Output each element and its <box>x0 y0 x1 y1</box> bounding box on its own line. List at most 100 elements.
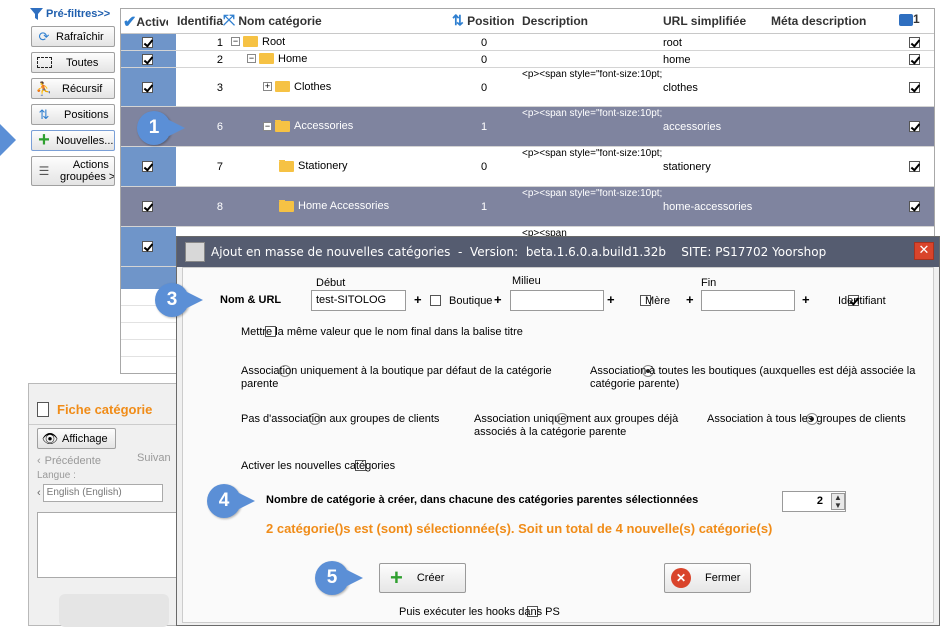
name-cell[interactable]: Stationery <box>279 160 348 172</box>
header-description-label: Description <box>522 14 589 28</box>
shop-checkbox[interactable] <box>909 81 920 93</box>
prefilters-link[interactable]: Pré-filtres>> <box>30 6 110 22</box>
name-cell[interactable]: − Home <box>247 52 307 65</box>
previous-button[interactable]: ‹ Précédente <box>37 452 127 469</box>
shop-checkbox[interactable] <box>909 53 920 65</box>
dialog-body: Début Milieu Fin Nom & URL test-SITOLOG … <box>182 267 934 623</box>
header-shops[interactable]: 1 <box>899 12 920 26</box>
previous-label: Précédente <box>44 454 101 467</box>
close-icon: ✕ <box>918 243 930 258</box>
table-row[interactable]: 8 Home Accessories 1 <p><span style="font-s… <box>121 187 934 227</box>
shop-cell[interactable] <box>909 53 920 68</box>
recursive-button[interactable]: ⛹ Récursif <box>31 78 115 99</box>
all-button[interactable]: Toutes <box>31 52 115 73</box>
header-id-label: Identifiant <box>177 14 223 28</box>
sheet-text-area[interactable] <box>37 512 179 578</box>
display-button[interactable]: 👁 Affichage <box>37 428 116 449</box>
id-cell: 8 <box>216 201 223 213</box>
header-url[interactable]: URL simplifiée <box>663 14 746 28</box>
shop-checkbox[interactable] <box>909 161 920 172</box>
end-input[interactable] <box>701 290 795 311</box>
list-icon: ☰ <box>38 164 50 178</box>
new-button[interactable]: + Nouvelles... <box>31 130 115 151</box>
step-3-label: 3 <box>166 289 178 310</box>
category-name: Stationery <box>298 160 348 172</box>
tree-toggle-icon[interactable]: + <box>263 82 272 92</box>
active-cell[interactable] <box>142 201 153 215</box>
tree-toggle-icon[interactable]: − <box>263 121 272 131</box>
close-window-button[interactable]: ✕ <box>914 242 934 260</box>
shop-checkbox[interactable] <box>909 201 920 212</box>
start-input[interactable]: test-SITOLOG <box>311 290 406 311</box>
position-cell: 0 <box>481 161 488 173</box>
step-1-label: 1 <box>148 117 160 138</box>
active-checkbox[interactable] <box>142 81 153 93</box>
position-cell: 0 <box>481 36 488 49</box>
active-checkbox[interactable] <box>142 161 153 172</box>
middle-input[interactable] <box>510 290 604 311</box>
shop-checkbox[interactable] <box>909 36 920 48</box>
grouped-actions-label: Actions groupées >> <box>60 159 114 183</box>
active-checkbox[interactable] <box>142 241 153 252</box>
shop-cell[interactable] <box>909 121 920 135</box>
shop-checkbox[interactable] <box>430 295 441 306</box>
shop-checkbox[interactable] <box>909 121 920 132</box>
active-checkbox[interactable] <box>142 53 153 65</box>
header-id[interactable]: Identifiant <box>177 14 223 28</box>
shop-cell[interactable] <box>909 161 920 175</box>
table-row[interactable]: 6− Accessories 1 <p><span style="font-size:… <box>121 107 934 147</box>
active-cell[interactable] <box>142 36 153 51</box>
url-cell: stationery <box>663 161 711 173</box>
active-checkbox[interactable] <box>142 36 153 48</box>
tree-toggle-icon[interactable]: − <box>231 37 240 47</box>
grouped-actions-button[interactable]: ☰ Actions groupées >> <box>31 156 115 186</box>
plus-sign: + <box>494 292 502 307</box>
active-cell[interactable] <box>142 241 153 255</box>
url-cell: home-accessories <box>663 201 753 213</box>
create-button[interactable]: + Créer <box>379 563 466 593</box>
category-name: Root <box>262 35 286 48</box>
name-cell[interactable]: + Clothes <box>263 80 331 93</box>
recursive-icon: ⛹ <box>35 80 53 96</box>
id-cell: 7 <box>216 161 223 173</box>
next-label: Suivan <box>137 452 171 464</box>
plus-sign: + <box>686 292 694 307</box>
header-shops-label: 1 <box>913 12 920 26</box>
name-cell[interactable]: − Accessories <box>263 120 353 132</box>
header-name[interactable]: ⤧ Nom catégorie <box>223 12 322 29</box>
table-row[interactable]: 7 Stationery 0 <p><span style="font-size:10… <box>121 147 934 187</box>
tree-toggle-icon[interactable]: − <box>247 54 256 64</box>
category-name: Home Accessories <box>298 200 390 212</box>
header-description[interactable]: Description <box>522 14 588 28</box>
id-cell: 2 <box>216 53 223 66</box>
header-position[interactable]: ⇅ Position <box>452 12 514 29</box>
active-cell[interactable] <box>142 81 153 96</box>
refresh-icon: ⟳ <box>38 28 50 44</box>
name-cell[interactable]: − Root <box>231 35 286 48</box>
name-cell[interactable]: Home Accessories <box>279 200 389 212</box>
active-cell[interactable] <box>142 161 153 175</box>
end-label: Fin <box>701 277 717 289</box>
shop-cell[interactable] <box>909 201 920 215</box>
folder-icon <box>243 35 258 48</box>
grid-header: ✔Active Identifiant ⤧ Nom catégorie ⇅ Po… <box>121 9 934 34</box>
next-button[interactable]: Suivan <box>137 452 177 469</box>
id-cell: 3 <box>216 81 223 94</box>
url-cell: root <box>663 36 682 49</box>
active-checkbox[interactable] <box>142 201 153 212</box>
active-cell[interactable] <box>142 53 153 68</box>
table-row[interactable]: 3 + Clothes 0 <p><span style="font-size:10pt… <box>121 68 934 107</box>
shop-cell[interactable] <box>909 36 920 51</box>
refresh-button[interactable]: ⟳ Rafraîchir <box>31 26 115 47</box>
run-hooks-label: Puis exécuter les hooks dans PS <box>399 606 560 618</box>
language-select[interactable]: ‹ English (English) <box>37 484 163 502</box>
header-active[interactable]: ✔Active <box>123 12 168 32</box>
positions-button[interactable]: ⇅ Positions <box>31 104 115 125</box>
stepper-icon[interactable]: ▲ ▼ <box>831 493 845 510</box>
table-row[interactable]: 2 − Home 0 home <box>121 51 934 68</box>
pointer-arrow-edge <box>0 124 16 156</box>
table-row[interactable]: 1− Root 0 root <box>121 34 934 51</box>
shop-cell[interactable] <box>909 81 920 96</box>
header-meta[interactable]: Méta description <box>771 14 866 28</box>
close-button[interactable]: ✕ Fermer <box>664 563 751 593</box>
